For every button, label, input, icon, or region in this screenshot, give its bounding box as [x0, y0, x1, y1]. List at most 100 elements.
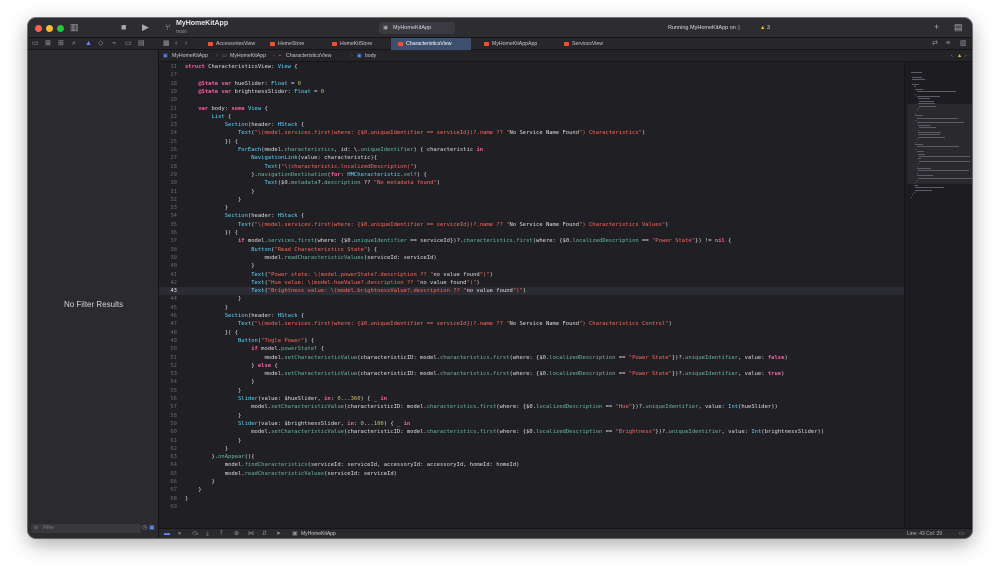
source-editor[interactable]: 11 struct CharacteristicsView: View {17 18…: [159, 62, 904, 528]
line-number[interactable]: 21: [159, 105, 177, 113]
forward-icon[interactable]: ›: [185, 40, 187, 48]
code-line[interactable]: 29 }.navigationDestination(for: HMCharac…: [159, 171, 904, 179]
code-text[interactable]: Button("Togle Power") {: [185, 337, 314, 345]
code-text[interactable]: } else {: [185, 362, 278, 370]
line-number[interactable]: 23: [159, 121, 177, 129]
line-number[interactable]: 49: [159, 337, 177, 345]
code-text[interactable]: model.setCharacteristicValue(characteris…: [185, 354, 787, 362]
code-line[interactable]: 68}: [159, 495, 904, 503]
code-line[interactable]: 24 Text("\(model.services.first(where: {…: [159, 129, 904, 137]
line-number[interactable]: 61: [159, 437, 177, 445]
code-line[interactable]: 45 }: [159, 304, 904, 312]
code-text[interactable]: }: [185, 437, 241, 445]
code-text[interactable]: }: [185, 412, 241, 420]
code-text[interactable]: model.setCharacteristicValue(characteris…: [185, 428, 824, 436]
issue-icon[interactable]: ▲: [85, 40, 92, 48]
code-line[interactable]: 51 model.setCharacteristicValue(characte…: [159, 354, 904, 362]
code-line[interactable]: 53 model.setCharacteristicValue(characte…: [159, 370, 904, 378]
scheme-selector[interactable]: ▣ MyHomeKitApp: [379, 22, 455, 34]
location-icon[interactable]: ➤: [276, 529, 281, 538]
code-line[interactable]: 44 }: [159, 295, 904, 303]
code-text[interactable]: Section(header: HStack {: [185, 121, 305, 129]
add-icon[interactable]: +: [934, 23, 939, 32]
line-number[interactable]: 59: [159, 420, 177, 428]
line-number[interactable]: 37: [159, 237, 177, 245]
code-line[interactable]: 47 Text("\(model.services.first(where: {…: [159, 320, 904, 328]
code-text[interactable]: }) {: [185, 138, 238, 146]
line-number[interactable]: 68: [159, 495, 177, 503]
line-number[interactable]: 69: [159, 503, 177, 511]
code-text[interactable]: Slider(value: $hueSlider, in: 0...360) {…: [185, 395, 387, 403]
code-text[interactable]: model.readCharacteristicValues(serviceId…: [185, 470, 397, 478]
code-text[interactable]: model.findCharacteristics(serviceId: ser…: [185, 461, 520, 469]
code-text[interactable]: model.readCharacteristicValues(serviceId…: [185, 254, 436, 262]
code-line[interactable]: 48 }) {: [159, 329, 904, 337]
line-number[interactable]: 58: [159, 412, 177, 420]
code-text[interactable]: }: [185, 478, 214, 486]
find-icon[interactable]: ⌕: [72, 40, 76, 48]
code-line[interactable]: 21 var body: some View {: [159, 105, 904, 113]
code-text[interactable]: }: [185, 304, 228, 312]
line-number[interactable]: 47: [159, 320, 177, 328]
line-number[interactable]: 33: [159, 204, 177, 212]
line-number[interactable]: 53: [159, 370, 177, 378]
code-text[interactable]: Section(header: HStack {: [185, 312, 305, 320]
code-text[interactable]: List {: [185, 113, 232, 121]
zoom-window-button[interactable]: [57, 25, 64, 32]
code-line[interactable]: 32 }: [159, 196, 904, 204]
line-number[interactable]: 46: [159, 312, 177, 320]
previous-issue-icon[interactable]: ‹: [951, 50, 953, 62]
line-number[interactable]: 30: [159, 179, 177, 187]
line-number[interactable]: 48: [159, 329, 177, 337]
code-text[interactable]: }.onAppear(){: [185, 453, 254, 461]
line-number[interactable]: 28: [159, 163, 177, 171]
source-control-icon[interactable]: ⊠: [45, 40, 51, 48]
line-number[interactable]: 35: [159, 221, 177, 229]
line-number[interactable]: 34: [159, 212, 177, 220]
filter-input[interactable]: ⊖ Filter: [31, 524, 141, 533]
code-line[interactable]: 43 Text("Brightness value: \(model.brigh…: [159, 287, 904, 296]
recent-files-icon[interactable]: ◷: [142, 524, 147, 531]
line-number[interactable]: 25: [159, 138, 177, 146]
tab-accessoriesview[interactable]: AccessoriesView: [201, 38, 263, 50]
code-line[interactable]: 34 Section(header: HStack {: [159, 212, 904, 220]
code-text[interactable]: model.setCharacteristicValue(characteris…: [185, 370, 784, 378]
code-line[interactable]: 65 model.readCharacteristicValues(servic…: [159, 470, 904, 478]
code-line[interactable]: 25 }) {: [159, 138, 904, 146]
code-text[interactable]: }: [185, 387, 241, 395]
code-line[interactable]: 28 Text("\(characteristic.localizedDescr…: [159, 163, 904, 171]
code-line[interactable]: 59 Slider(value: $brightnessSlider, in: …: [159, 420, 904, 428]
code-text[interactable]: Text("Hue value: \(model.hueValue?.descr…: [185, 279, 480, 287]
code-text[interactable]: }: [185, 378, 254, 386]
memory-graph-icon[interactable]: ⋈: [248, 529, 254, 538]
step-out-icon[interactable]: ⤒: [220, 529, 223, 538]
line-number[interactable]: 32: [159, 196, 177, 204]
line-number[interactable]: 39: [159, 254, 177, 262]
code-text[interactable]: Section(header: HStack {: [185, 212, 305, 220]
warning-icon[interactable]: ▲: [957, 50, 962, 62]
test-icon[interactable]: ◇: [98, 40, 103, 48]
code-line[interactable]: 33 }: [159, 204, 904, 212]
code-line[interactable]: 41 Text("Power state: \(model.powerState…: [159, 271, 904, 279]
sidebar-toggle-icon[interactable]: ▥: [70, 23, 79, 32]
code-line[interactable]: 66 }: [159, 478, 904, 486]
line-number[interactable]: 55: [159, 387, 177, 395]
code-line[interactable]: 42 Text("Hue value: \(model.hueValue?.de…: [159, 279, 904, 287]
tab-characteristicsview[interactable]: CharacteristicsView: [391, 38, 471, 50]
line-number[interactable]: 17: [159, 71, 177, 79]
breakpoint-icon[interactable]: ▭: [125, 40, 132, 48]
debug-icon[interactable]: ⌁: [112, 40, 116, 48]
line-number[interactable]: 67: [159, 486, 177, 494]
breadcrumb-symbol[interactable]: body: [365, 50, 376, 62]
code-text[interactable]: ForEach(model.characteristics, id: \.uni…: [185, 146, 483, 154]
line-number[interactable]: 44: [159, 295, 177, 303]
code-text[interactable]: Button("Read Characteristics State") {: [185, 246, 377, 254]
code-line[interactable]: 60 model.setCharacteristicValue(characte…: [159, 428, 904, 436]
step-over-icon[interactable]: ⤼: [192, 529, 198, 538]
grid-icon[interactable]: ▦: [163, 40, 170, 48]
line-number[interactable]: 62: [159, 445, 177, 453]
code-line[interactable]: 62 }: [159, 445, 904, 453]
line-number[interactable]: 41: [159, 271, 177, 279]
line-number[interactable]: 29: [159, 171, 177, 179]
code-line[interactable]: 63 }.onAppear(){: [159, 453, 904, 461]
